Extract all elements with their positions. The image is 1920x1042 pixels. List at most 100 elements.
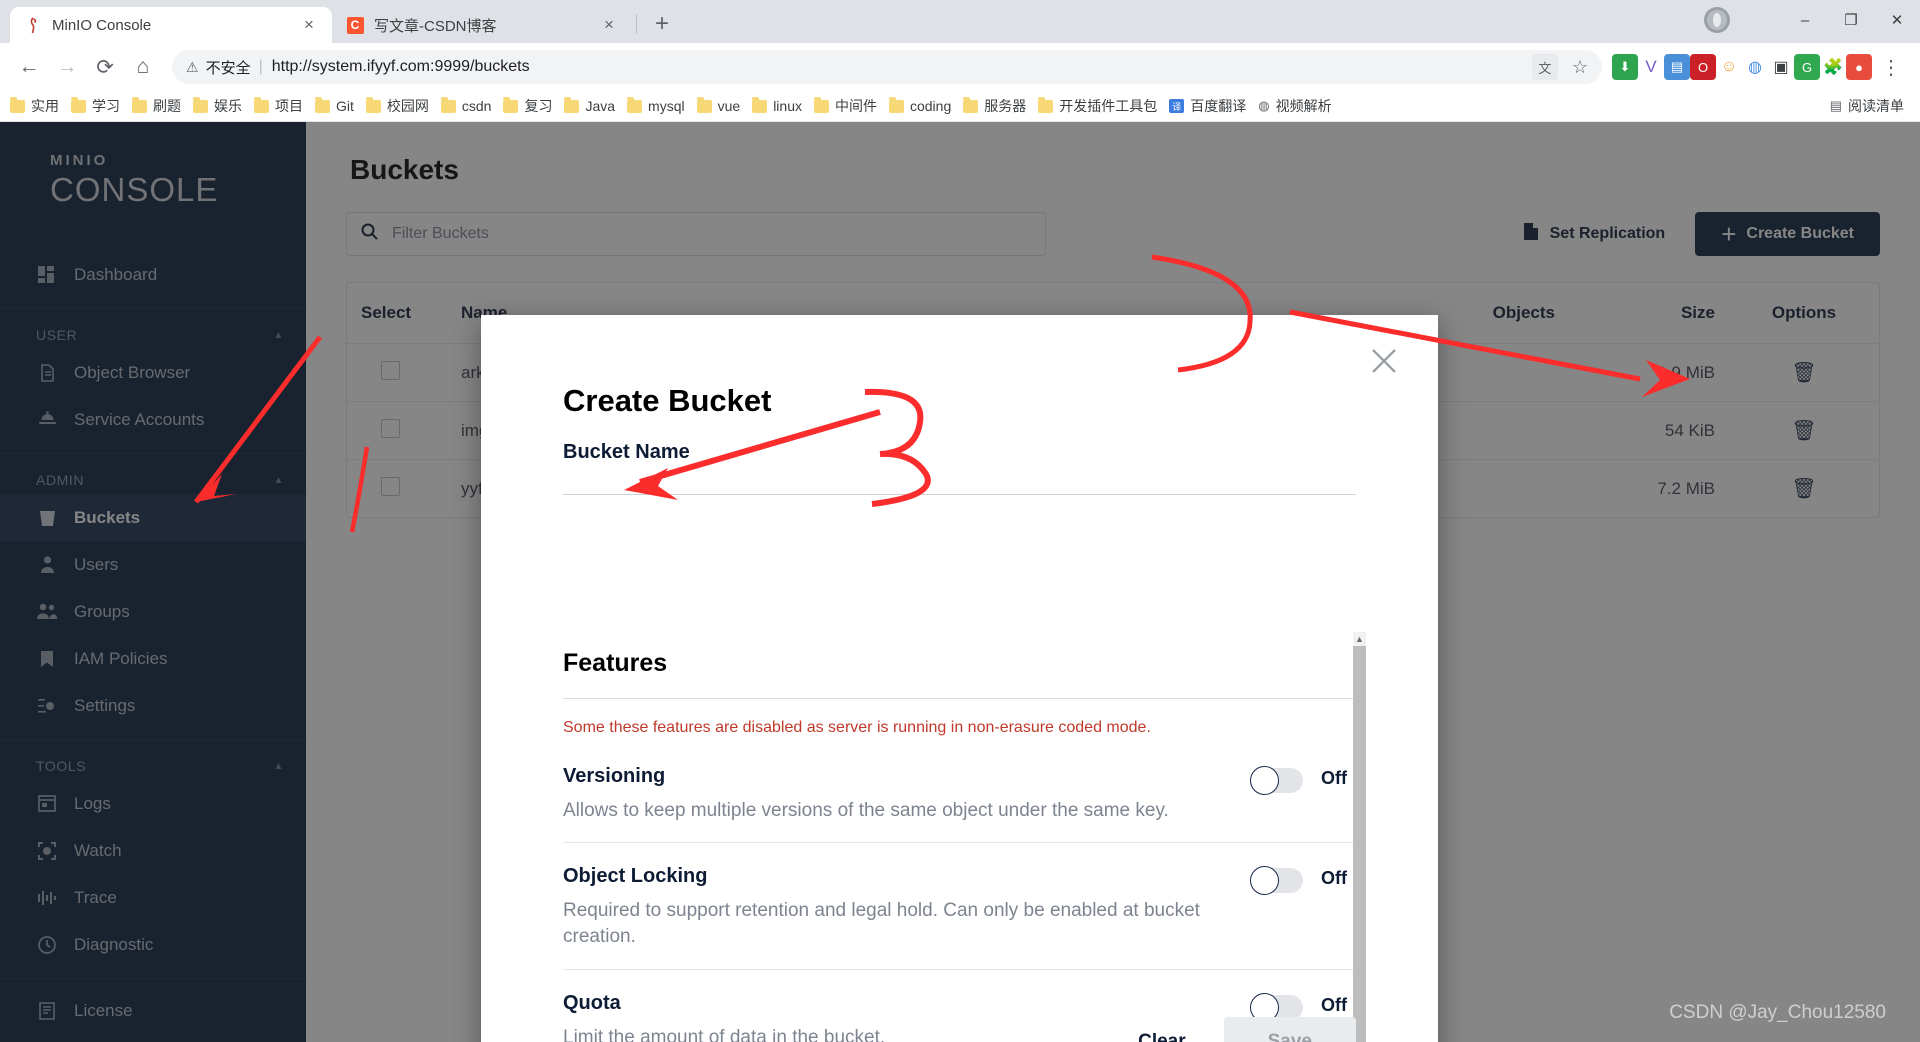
grammarly-icon[interactable]: G bbox=[1794, 54, 1820, 80]
bookmark-item[interactable]: 服务器 bbox=[963, 96, 1026, 116]
browser-toolbar: ← → ⟳ ⌂ ⚠ 不安全 | http://system.ifyyf.com:… bbox=[0, 43, 1920, 91]
create-bucket-modal: Create Bucket Bucket Name Features Some … bbox=[481, 315, 1438, 1042]
bookmark-item[interactable]: 复习 bbox=[503, 96, 552, 116]
bookmark-label: 项目 bbox=[275, 98, 303, 114]
browser-tab-minio[interactable]: MinIO Console × bbox=[10, 7, 332, 43]
folder-icon bbox=[193, 96, 208, 113]
features-heading: Features bbox=[563, 649, 668, 677]
forward-icon[interactable]: → bbox=[48, 48, 86, 86]
bookmark-item[interactable]: 中间件 bbox=[813, 96, 877, 116]
feature-name: Versioning bbox=[563, 765, 666, 787]
bookmark-item[interactable]: coding bbox=[888, 96, 952, 114]
bookmark-item[interactable]: 学习 bbox=[71, 96, 120, 116]
bookmark-item[interactable]: mysql bbox=[627, 96, 685, 114]
smile-icon[interactable]: ☺ bbox=[1716, 54, 1742, 80]
close-window-button[interactable]: ✕ bbox=[1874, 0, 1920, 40]
folder-icon bbox=[315, 96, 330, 113]
feature-row-object-locking: Object Locking Required to support reten… bbox=[563, 843, 1356, 970]
browser-tab-strip: MinIO Console × C 写文章-CSDN博客 × + – ❐ ✕ bbox=[0, 0, 1920, 43]
close-icon[interactable]: × bbox=[298, 14, 320, 36]
bookmark-item[interactable]: vue bbox=[696, 96, 741, 114]
bookmark-label: 刷题 bbox=[153, 98, 181, 114]
scroll-up-arrow-icon[interactable]: ▲ bbox=[1353, 632, 1366, 646]
menu-icon[interactable]: ⋮ bbox=[1872, 48, 1910, 86]
bookmarks-bar: 实用 学习 刷题 娱乐 项目 Git 校园网 csdn 复习 Java mysq… bbox=[0, 91, 1920, 122]
versioning-toggle[interactable] bbox=[1250, 766, 1303, 795]
object-locking-state: Off bbox=[1321, 868, 1347, 889]
download-icon[interactable]: ⬇ bbox=[1612, 54, 1638, 80]
browser-tab-csdn[interactable]: C 写文章-CSDN博客 × bbox=[332, 7, 632, 43]
address-bar[interactable]: ⚠ 不安全 | http://system.ifyyf.com:9999/buc… bbox=[172, 50, 1602, 84]
back-icon[interactable]: ← bbox=[10, 48, 48, 86]
folder-icon bbox=[564, 96, 580, 113]
bookmark-label: 实用 bbox=[31, 98, 59, 114]
profile-icon[interactable]: ● bbox=[1846, 54, 1872, 80]
globe-icon[interactable]: ◍ bbox=[1742, 54, 1768, 80]
new-tab-button[interactable]: + bbox=[645, 7, 679, 41]
star-icon[interactable]: ☆ bbox=[1572, 57, 1588, 78]
puzzle-icon[interactable]: 🧩 bbox=[1820, 54, 1846, 80]
home-icon[interactable]: ⌂ bbox=[124, 48, 162, 86]
opera-badge-icon[interactable]: O bbox=[1690, 54, 1716, 80]
bookmark-item[interactable]: 项目 bbox=[254, 96, 303, 116]
bookmark-item[interactable]: 校园网 bbox=[365, 96, 429, 116]
bucket-name-input[interactable] bbox=[563, 494, 1356, 495]
feature-description: Required to support retention and legal … bbox=[563, 900, 1200, 948]
security-label: 不安全 bbox=[205, 59, 251, 77]
feature-row-versioning: Versioning Allows to keep multiple versi… bbox=[563, 743, 1356, 844]
folder-icon bbox=[752, 96, 768, 113]
bookmark-label: mysql bbox=[648, 98, 685, 114]
bookmark-label: linux bbox=[773, 98, 802, 114]
translate-badge-icon: 译 bbox=[1169, 99, 1185, 113]
bucket-name-label: Bucket Name bbox=[563, 441, 690, 463]
folder-icon bbox=[71, 96, 86, 113]
feature-description: Allows to keep multiple versions of the … bbox=[563, 800, 1169, 821]
features-warning: Some these features are disabled as serv… bbox=[563, 719, 1151, 736]
bookmark-item[interactable]: 娱乐 bbox=[193, 96, 242, 116]
reader-icon[interactable]: ▤ bbox=[1664, 54, 1690, 80]
modal-scrollbar[interactable]: ▲ ▼ bbox=[1353, 632, 1366, 1042]
folder-icon bbox=[1038, 96, 1054, 113]
object-locking-toggle[interactable] bbox=[1250, 866, 1303, 896]
bookmark-item[interactable]: 译百度翻译 bbox=[1169, 96, 1246, 116]
bookmark-item[interactable]: ◍ 视频解析 bbox=[1258, 96, 1331, 116]
bookmark-label: vue bbox=[717, 98, 741, 114]
bookmark-item[interactable]: Java bbox=[564, 96, 615, 114]
close-icon[interactable] bbox=[1362, 339, 1406, 383]
bookmark-item[interactable]: 开发插件工具包 bbox=[1038, 96, 1157, 116]
folder-icon bbox=[254, 96, 269, 113]
reload-icon[interactable]: ⟳ bbox=[86, 48, 124, 86]
maximize-button[interactable]: ❐ bbox=[1828, 0, 1874, 40]
bookmark-label: coding bbox=[909, 98, 952, 114]
window-icon[interactable]: ▣ bbox=[1768, 54, 1794, 80]
bookmark-item[interactable]: linux bbox=[752, 96, 802, 114]
bookmark-label: csdn bbox=[461, 98, 492, 114]
scrollbar-thumb[interactable] bbox=[1353, 646, 1366, 1042]
bookmark-item[interactable]: Git bbox=[315, 96, 354, 114]
omnibox-actions: 文 ☆ bbox=[1531, 54, 1588, 80]
folder-icon bbox=[10, 96, 25, 113]
bookmark-item[interactable]: csdn bbox=[440, 96, 492, 114]
reading-list-icon: ▤ bbox=[1829, 98, 1842, 113]
minio-icon bbox=[24, 16, 42, 34]
csdn-icon: C bbox=[346, 16, 364, 34]
v-icon[interactable]: V bbox=[1638, 54, 1664, 80]
address-url: http://system.ifyyf.com:9999/buckets bbox=[271, 58, 530, 75]
bookmark-label: 娱乐 bbox=[214, 98, 242, 114]
modal-scroll-area: Features Some these features are disable… bbox=[481, 625, 1438, 1042]
reading-list-button[interactable]: ▤ 阅读清单 bbox=[1830, 96, 1910, 116]
bookmark-item[interactable]: 实用 bbox=[10, 96, 59, 116]
bookmark-label: 开发插件工具包 bbox=[1059, 98, 1158, 114]
feature-name: Object Locking bbox=[563, 865, 708, 888]
watermark: CSDN @Jay_Chou12580 bbox=[1669, 1002, 1886, 1023]
close-icon[interactable]: × bbox=[598, 14, 620, 36]
minimize-button[interactable]: – bbox=[1782, 0, 1828, 40]
clear-button[interactable]: Clear bbox=[1116, 1017, 1208, 1042]
bookmark-item[interactable]: 刷题 bbox=[132, 96, 181, 116]
folder-icon bbox=[627, 96, 643, 113]
bookmark-label: 服务器 bbox=[984, 98, 1027, 114]
folder-icon bbox=[696, 96, 712, 113]
save-button[interactable]: Save bbox=[1223, 1017, 1356, 1042]
translate-icon[interactable]: 文 bbox=[1531, 54, 1558, 80]
opera-icon[interactable] bbox=[1704, 7, 1730, 33]
